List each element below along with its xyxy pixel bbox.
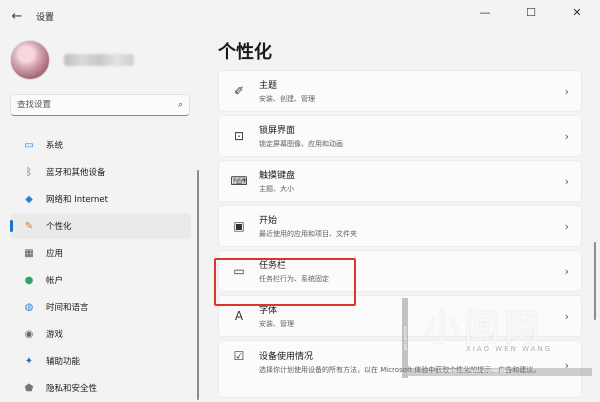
watermark-vertical: xiaowen.net — [402, 298, 408, 378]
chevron-right-icon: › — [564, 265, 569, 278]
card-subtitle: 主题、大小 — [259, 185, 294, 193]
sidebar-item-system[interactable]: ▭ 系统 — [10, 132, 191, 158]
card-subtitle: 锁定屏幕图像、应用和动画 — [259, 140, 343, 148]
card-subtitle: 安装、创建、管理 — [259, 95, 315, 103]
paintbrush-icon: ✐ — [233, 84, 245, 98]
card-title: 开始 — [259, 216, 278, 226]
close-icon[interactable]: ✕ — [554, 0, 600, 28]
lock-screen-icon: ⊡ — [233, 129, 245, 143]
brush-icon: ✎ — [24, 220, 34, 232]
card-title: 触摸键盘 — [259, 171, 296, 181]
sidebar-scrollbar[interactable] — [197, 170, 199, 400]
shield-icon: ⬟ — [24, 382, 34, 394]
sidebar: ⌕ ▭ 系统 ᛒ 蓝牙和其他设备 ◆ 网络和 Internet ✎ 个性化 ▦ … — [0, 32, 204, 402]
app-title: 设置 — [36, 12, 55, 23]
minimize-icon[interactable]: — — [462, 0, 508, 28]
watermark-bar: xiaowen.net | www.xiaowen.net — [408, 368, 592, 376]
sidebar-item-label: 蓝牙和其他设备 — [46, 168, 106, 178]
monitor-icon: ▭ — [24, 139, 34, 151]
sidebar-item-label: 辅助功能 — [46, 357, 81, 367]
sidebar-item-network[interactable]: ◆ 网络和 Internet — [10, 186, 191, 212]
bluetooth-icon: ᛒ — [26, 166, 32, 178]
sidebar-item-apps[interactable]: ▦ 应用 — [10, 240, 191, 266]
chevron-right-icon: › — [564, 175, 569, 188]
accessibility-icon: ✦ — [24, 355, 34, 367]
globe-icon: ◍ — [24, 301, 34, 313]
sidebar-item-label: 隐私和安全性 — [46, 384, 98, 394]
sidebar-item-label: 应用 — [46, 249, 64, 259]
sidebar-item-label: 游戏 — [46, 330, 64, 340]
page-title: 个性化 — [218, 42, 272, 63]
sidebar-item-label: 帐户 — [46, 276, 64, 286]
font-icon: A — [234, 309, 244, 323]
sidebar-item-label: 系统 — [46, 141, 64, 151]
search-box[interactable]: ⌕ — [10, 94, 190, 116]
window-controls: — ☐ ✕ — [462, 0, 600, 28]
sidebar-item-time-language[interactable]: ◍ 时间和语言 — [10, 294, 191, 320]
sidebar-item-gaming[interactable]: ◉ 游戏 — [10, 321, 191, 347]
blurred-username — [64, 54, 134, 66]
search-input[interactable] — [17, 100, 157, 110]
sidebar-item-accounts[interactable]: ● 帐户 — [10, 267, 191, 293]
card-title: 任务栏 — [259, 261, 287, 271]
title-bar: ← 设置 — ☐ ✕ — [0, 0, 600, 32]
sidebar-item-label: 个性化 — [46, 222, 72, 232]
sidebar-item-bluetooth[interactable]: ᛒ 蓝牙和其他设备 — [10, 159, 191, 185]
person-icon: ● — [24, 274, 34, 286]
card-subtitle: 最近使用的应用和项目、文件夹 — [259, 230, 357, 238]
wifi-icon: ◆ — [25, 193, 33, 205]
taskbar-icon: ▭ — [233, 264, 245, 278]
settings-card-start[interactable]: ▣ 开始 最近使用的应用和项目、文件夹 › — [218, 205, 582, 247]
settings-card-touch-keyboard[interactable]: ⌨ 触摸键盘 主题、大小 › — [218, 160, 582, 202]
card-title: 锁屏界面 — [259, 126, 296, 136]
device-usage-icon: ☑ — [233, 349, 245, 363]
back-arrow-icon[interactable]: ← — [6, 9, 28, 24]
search-icon[interactable]: ⌕ — [178, 100, 183, 110]
sidebar-nav: ▭ 系统 ᛒ 蓝牙和其他设备 ◆ 网络和 Internet ✎ 个性化 ▦ 应用… — [10, 132, 191, 402]
apps-icon: ▦ — [24, 247, 34, 259]
user-profile[interactable] — [10, 40, 134, 80]
watermark-logo: 小闻网 — [424, 308, 545, 349]
sidebar-item-label: 网络和 Internet — [46, 195, 108, 205]
maximize-icon[interactable]: ☐ — [508, 0, 554, 28]
gamepad-icon: ◉ — [24, 328, 34, 340]
settings-card-taskbar[interactable]: ▭ 任务栏 任务栏行为、系统固定 › — [218, 250, 582, 292]
card-subtitle: 任务栏行为、系统固定 — [259, 275, 329, 283]
start-menu-icon: ▣ — [233, 219, 245, 233]
chevron-right-icon: › — [564, 130, 569, 143]
watermark-subtitle: XIAO WEN WANG — [466, 345, 553, 353]
card-title: 主题 — [259, 81, 278, 91]
content-scrollbar[interactable] — [594, 242, 596, 320]
sidebar-item-accessibility[interactable]: ✦ 辅助功能 — [10, 348, 191, 374]
chevron-right-icon: › — [564, 220, 569, 233]
sidebar-item-personalization[interactable]: ✎ 个性化 — [10, 213, 191, 239]
sidebar-item-privacy[interactable]: ⬟ 隐私和安全性 — [10, 375, 191, 401]
settings-card-lock-screen[interactable]: ⊡ 锁屏界面 锁定屏幕图像、应用和动画 › — [218, 115, 582, 157]
keyboard-icon: ⌨ — [230, 174, 248, 188]
chevron-right-icon: › — [564, 310, 569, 323]
avatar[interactable] — [10, 40, 50, 80]
chevron-right-icon: › — [564, 85, 569, 98]
sidebar-item-label: 时间和语言 — [46, 303, 89, 313]
settings-card-themes[interactable]: ✐ 主题 安装、创建、管理 › — [218, 70, 582, 112]
